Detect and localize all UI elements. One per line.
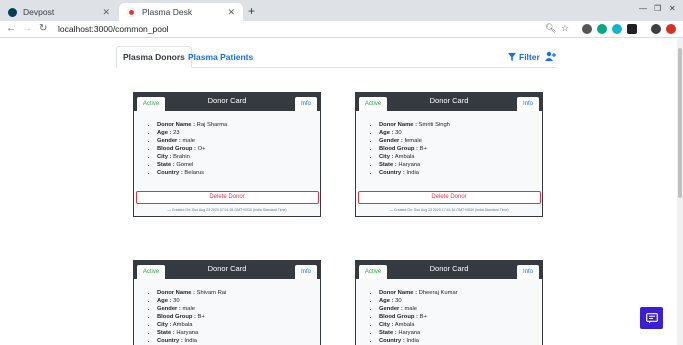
- card-body: Donor Name : Smriti Singh Age : 30 Gende…: [356, 111, 542, 183]
- donor-details: Donor Name : Smriti Singh Age : 30 Gende…: [366, 121, 532, 177]
- donor-city-row: City : Brahin: [157, 153, 310, 161]
- reload-icon[interactable]: ↻: [39, 23, 47, 34]
- donor-details: Donor Name : Dheeraj Kumar Age : 30 Gend…: [366, 289, 532, 345]
- filter-icon: [508, 53, 516, 61]
- donor-card: Active Donor Card Info Donor Name : Dhee…: [355, 260, 543, 345]
- close-icon[interactable]: ✕: [227, 7, 235, 18]
- card-title: Donor Card: [429, 96, 469, 105]
- filter-button[interactable]: Filter: [508, 52, 540, 62]
- donor-blood-group-row: Blood Group : B+: [379, 145, 532, 153]
- scrollbar-thumb[interactable]: [678, 48, 682, 198]
- donor-city-row: City : Ambala: [157, 321, 310, 329]
- update-icon[interactable]: [666, 24, 676, 34]
- browser-tab-plasma-desk[interactable]: Plasma Desk ✕: [119, 3, 243, 21]
- card-header: Active Donor Card Info: [134, 261, 320, 279]
- add-donor-icon[interactable]: [545, 51, 557, 64]
- extension-icon[interactable]: [597, 24, 607, 34]
- donor-state-row: State : Haryana: [379, 329, 532, 337]
- extension-icon[interactable]: [582, 24, 592, 34]
- delete-donor-button[interactable]: Delete Donor: [135, 191, 319, 204]
- donor-age-row: Age : 30: [157, 297, 310, 305]
- card-body: Donor Name : Dheeraj Kumar Age : 30 Gend…: [356, 279, 542, 345]
- donor-name-row: Donor Name : Dheeraj Kumar: [379, 289, 532, 297]
- donor-gender-row: Gender : male: [379, 305, 532, 313]
- donor-age-row: Age : 30: [379, 129, 532, 137]
- card-title: Donor Card: [207, 96, 247, 105]
- donor-gender-row: Gender : male: [157, 305, 310, 313]
- bookmark-star-icon[interactable]: ☆: [561, 23, 569, 34]
- donor-blood-group-row: Blood Group : B+: [379, 313, 532, 321]
- donor-details: Donor Name : Raj Sharma Age : 23 Gender …: [144, 121, 310, 177]
- donor-patient-tabs: Plasma Donors Plasma Patients: [116, 46, 556, 68]
- donor-country-row: Country : India: [157, 337, 310, 345]
- donor-name-row: Donor Name : Smriti Singh: [379, 121, 532, 129]
- maximize-icon[interactable]: ❐: [654, 4, 661, 13]
- donor-age-row: Age : 30: [379, 297, 532, 305]
- minimize-icon[interactable]: —: [639, 4, 647, 13]
- donor-state-row: State : Gomel: [157, 161, 310, 169]
- card-header: Active Donor Card Info: [134, 93, 320, 111]
- browser-tab-bar: Devpost ✕ Plasma Desk ✕ + — ❐ ✕: [0, 0, 683, 21]
- donor-card: Active Donor Card Info Donor Name : Shiv…: [133, 260, 321, 345]
- chat-icon: [645, 312, 658, 323]
- donor-country-row: Country : India: [379, 337, 532, 345]
- close-window-icon[interactable]: ✕: [669, 4, 676, 13]
- donor-card: Active Donor Card Info Donor Name : Raj …: [133, 92, 321, 217]
- back-icon[interactable]: ←: [6, 23, 16, 34]
- filter-label: Filter: [519, 52, 540, 62]
- plasma-favicon-icon: [127, 7, 136, 17]
- donor-name-row: Donor Name : Raj Sharma: [157, 121, 310, 129]
- extension-icon[interactable]: [627, 24, 637, 34]
- donor-card: Active Donor Card Info Donor Name : Smri…: [355, 92, 543, 217]
- profile-avatar-icon[interactable]: [651, 24, 661, 34]
- tab-info[interactable]: Info: [517, 265, 539, 279]
- donor-city-row: City : Ambala: [379, 321, 532, 329]
- close-icon[interactable]: ✕: [102, 7, 110, 18]
- card-header: Active Donor Card Info: [356, 261, 542, 279]
- donor-details: Donor Name : Shivam Rai Age : 30 Gender …: [144, 289, 310, 345]
- url-field[interactable]: localhost:3000/common_pool: [58, 24, 169, 34]
- donor-state-row: State : Haryana: [157, 329, 310, 337]
- tab-title: Devpost: [23, 7, 55, 17]
- donor-blood-group-row: Blood Group : O+: [157, 145, 310, 153]
- new-tab-icon[interactable]: +: [248, 4, 255, 18]
- card-body: Donor Name : Raj Sharma Age : 23 Gender …: [134, 111, 320, 183]
- forward-icon[interactable]: →: [22, 23, 32, 34]
- tab-plasma-donors[interactable]: Plasma Donors: [116, 46, 192, 68]
- zoom-icon[interactable]: 🔍︎: [545, 23, 556, 34]
- extension-icon[interactable]: [612, 24, 622, 34]
- donor-gender-row: Gender : female: [379, 137, 532, 145]
- donor-gender-row: Gender : male: [157, 137, 310, 145]
- tab-title: Plasma Desk: [142, 7, 193, 17]
- donor-country-row: Country : India: [379, 169, 532, 177]
- tab-plasma-patients[interactable]: Plasma Patients: [182, 46, 259, 68]
- chat-button[interactable]: [640, 307, 663, 329]
- donor-blood-group-row: Blood Group : B+: [157, 313, 310, 321]
- donor-age-row: Age : 23: [157, 129, 310, 137]
- browser-tab-devpost[interactable]: Devpost ✕: [0, 3, 118, 21]
- donor-city-row: City : Ambala: [379, 153, 532, 161]
- tab-info[interactable]: Info: [517, 97, 539, 111]
- donor-name-row: Donor Name : Shivam Rai: [157, 289, 310, 297]
- delete-donor-button[interactable]: Delete Donor: [357, 191, 541, 204]
- donor-country-row: Country : Belarus: [157, 169, 310, 177]
- card-title: Donor Card: [207, 264, 247, 273]
- address-bar: ← → ↻ localhost:3000/common_pool 🔍︎ ☆: [0, 21, 683, 38]
- donor-state-row: State : Haryana: [379, 161, 532, 169]
- tab-info[interactable]: Info: [295, 265, 317, 279]
- devpost-favicon-icon: [8, 7, 17, 17]
- card-header: Active Donor Card Info: [356, 93, 542, 111]
- card-body: Donor Name : Shivam Rai Age : 30 Gender …: [134, 279, 320, 345]
- tab-info[interactable]: Info: [295, 97, 317, 111]
- card-title: Donor Card: [429, 264, 469, 273]
- page-content: Plasma Donors Plasma Patients Filter Act…: [0, 38, 677, 345]
